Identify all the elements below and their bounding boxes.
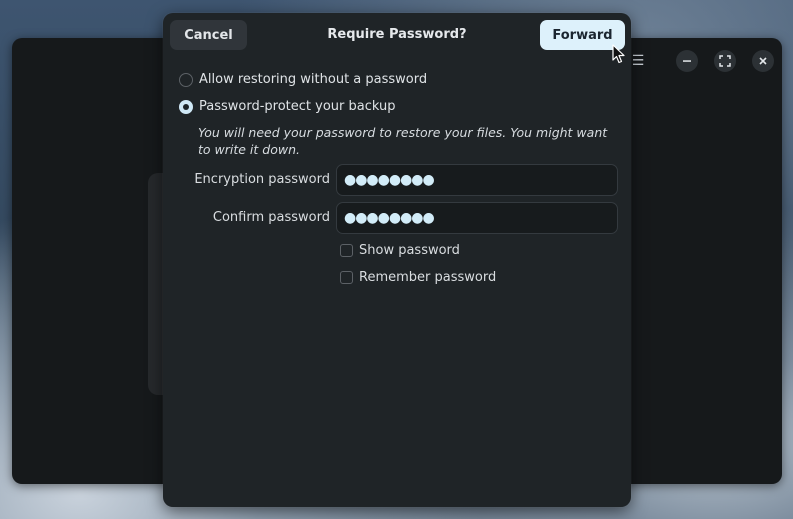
mouse-pointer-icon [612,44,625,64]
maximize-icon[interactable] [714,50,736,72]
remember-password-checkbox-row[interactable]: Remember password [340,270,496,285]
hamburger-icon[interactable]: ☰ [630,53,646,69]
radio-checked-icon[interactable] [179,99,193,114]
show-password-checkbox-row[interactable]: Show password [340,243,460,258]
encryption-password-field[interactable]: ●●●●●●●● [336,164,618,196]
confirm-password-field[interactable]: ●●●●●●●● [336,202,618,234]
show-password-checkbox[interactable] [340,244,353,257]
radio-unchecked-icon[interactable] [179,72,193,87]
radio-no-password-label: Allow restoring without a password [199,72,428,87]
close-icon[interactable] [752,50,774,72]
require-password-dialog: Cancel Require Password? Forward Allow r… [163,13,631,507]
remember-password-checkbox[interactable] [340,271,353,284]
password-note: You will need your password to restore y… [198,125,608,157]
radio-protect-label: Password-protect your backup [199,99,396,114]
show-password-label: Show password [359,243,460,258]
radio-no-password[interactable]: Allow restoring without a password [179,72,427,87]
confirm-password-label: Confirm password [212,210,330,225]
minimize-icon[interactable] [676,50,698,72]
remember-password-label: Remember password [359,270,497,285]
radio-protect[interactable]: Password-protect your backup [179,99,396,114]
encryption-password-label: Encryption password [194,172,330,187]
window-controls: ☰ [630,50,790,72]
